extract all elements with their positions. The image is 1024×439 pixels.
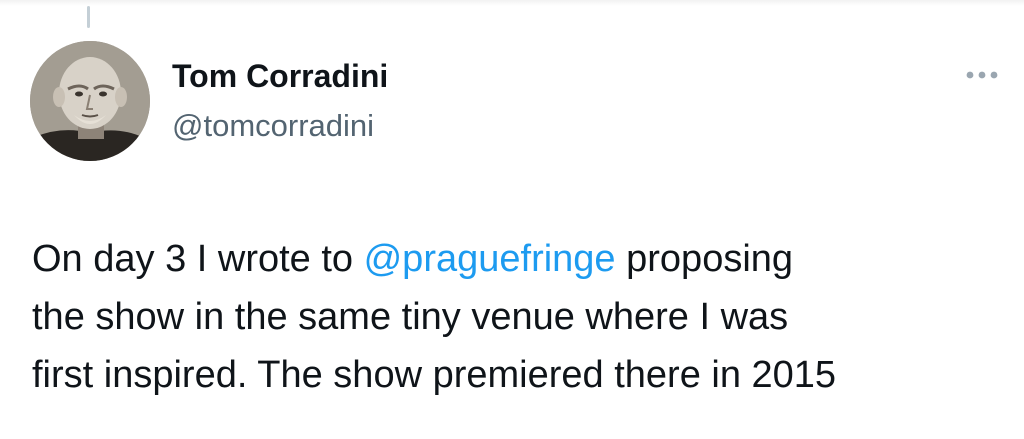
tweet-line-3: first inspired. The show premiered there… bbox=[32, 354, 837, 396]
top-divider bbox=[0, 0, 1024, 6]
thread-connector-line bbox=[87, 6, 90, 28]
mention-link[interactable]: @praguefringe bbox=[364, 238, 616, 280]
tweet-card: Tom Corradini @tomcorradini On day 3 I w… bbox=[0, 0, 1024, 439]
ellipsis-icon bbox=[966, 71, 998, 79]
tweet-line-1: On day 3 I wrote to @praguefringe propos… bbox=[32, 230, 1007, 288]
tweet-body: On day 3 I wrote to @praguefringe propos… bbox=[32, 230, 1007, 404]
tweet-line-2: the show in the same tiny venue where I … bbox=[32, 296, 789, 338]
author-display-name[interactable]: Tom Corradini bbox=[172, 58, 388, 95]
avatar[interactable] bbox=[30, 41, 150, 161]
more-options-button[interactable] bbox=[962, 64, 1002, 86]
tweet-text-segment: On day 3 I wrote to bbox=[32, 238, 364, 280]
person-photo-avatar-icon bbox=[30, 41, 150, 161]
author-handle[interactable]: @tomcorradini bbox=[172, 108, 374, 144]
tweet-text-segment: proposing bbox=[615, 238, 794, 280]
